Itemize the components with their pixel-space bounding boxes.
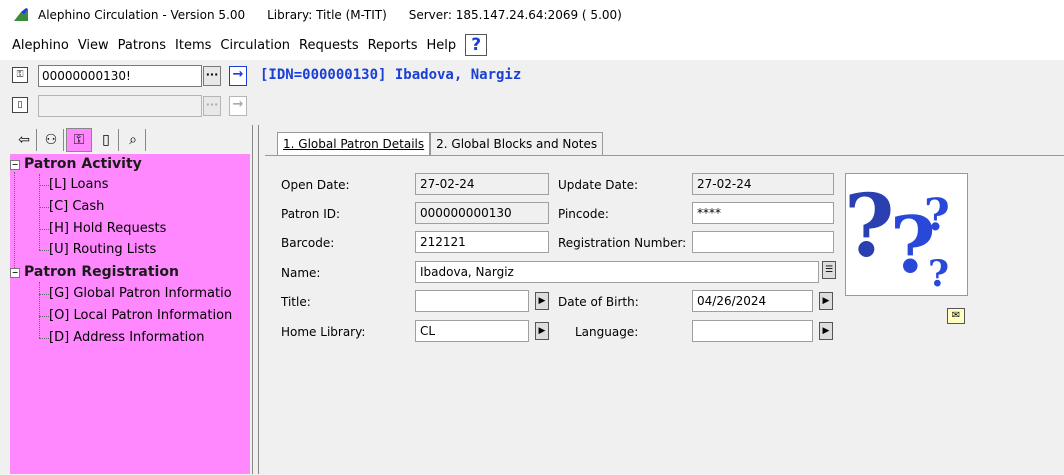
date-of-birth-dropdown-icon[interactable]: ▶ xyxy=(819,292,833,310)
tree-item-cash[interactable]: [C] Cash xyxy=(49,199,104,214)
tree-item-loans[interactable]: [L] Loans xyxy=(49,177,108,192)
svg-text:?: ? xyxy=(924,190,950,241)
title-dropdown-icon[interactable]: ▶ xyxy=(535,292,549,310)
name-list-icon[interactable]: ☰ xyxy=(822,261,836,279)
title-label: Title: xyxy=(281,295,311,309)
language-label: Language: xyxy=(575,325,639,339)
help-icon[interactable]: ? xyxy=(465,34,488,56)
exit-icon[interactable]: ⇦ xyxy=(12,129,37,151)
envelope-icon[interactable]: ✉ xyxy=(947,308,965,324)
tree-item-address-information[interactable]: [D] Address Information xyxy=(49,330,204,345)
menu-reports[interactable]: Reports xyxy=(368,38,418,53)
barcode-field[interactable]: 212121 xyxy=(415,231,549,253)
pincode-label: Pincode: xyxy=(558,207,609,221)
registration-number-label: Registration Number: xyxy=(558,236,687,250)
patron-toolbar: ⚿ 00000000130! ··· → [IDN=000000130] Iba… xyxy=(0,62,1064,90)
language-dropdown-icon[interactable]: ▶ xyxy=(819,322,833,340)
name-label: Name: xyxy=(281,266,321,280)
tree-item-global-patron-information[interactable]: [G] Global Patron Informatio xyxy=(49,286,232,301)
detail-tabs: 1. Global Patron Details 2. Global Block… xyxy=(277,132,604,155)
title-bar: Alephino Circulation - Version 5.00 Libr… xyxy=(0,0,1064,30)
menu-circulation[interactable]: Circulation xyxy=(220,38,290,53)
tree-group-patron-registration[interactable]: − Patron Registration xyxy=(10,264,179,280)
update-date-label: Update Date: xyxy=(558,178,638,192)
patron-id-input[interactable]: 00000000130! xyxy=(38,65,202,87)
patron-id-label: Patron ID: xyxy=(281,207,341,221)
item-toolbar: ▯ ··· → xyxy=(0,92,1064,120)
patron-photo[interactable]: ? ? ? ? xyxy=(844,173,968,296)
update-date-field: 27-02-24 xyxy=(692,173,834,195)
barcode-label: Barcode: xyxy=(281,236,335,250)
language-field[interactable] xyxy=(692,320,813,342)
binoculars-icon[interactable]: ⌕ xyxy=(121,129,146,151)
menu-help[interactable]: Help xyxy=(426,38,456,53)
title-field[interactable] xyxy=(415,290,529,312)
left-tab-strip: ⇦ ⚇ ⚿ ▯ ⌕ xyxy=(12,127,148,153)
tree-item-hold-requests[interactable]: [H] Hold Requests xyxy=(49,221,166,236)
patron-icon[interactable]: ⚇ xyxy=(39,129,64,151)
item-page-icon[interactable]: ▯ xyxy=(12,97,28,113)
menu-view[interactable]: View xyxy=(78,38,109,53)
library-info: Library: Title (M-TIT) xyxy=(267,8,387,22)
collapse-icon[interactable]: − xyxy=(10,160,20,170)
tab-global-patron-details[interactable]: 1. Global Patron Details xyxy=(277,132,431,155)
question-marks-icon: ? ? ? ? xyxy=(844,176,950,295)
tree-group-label: Patron Registration xyxy=(24,264,179,280)
go-arrow-button[interactable]: → xyxy=(229,66,247,86)
app-title: Alephino Circulation - Version 5.00 xyxy=(38,8,246,22)
open-date-label: Open Date: xyxy=(281,178,350,192)
date-of-birth-label: Date of Birth: xyxy=(558,295,639,309)
open-date-field: 27-02-24 xyxy=(415,173,549,195)
menu-items[interactable]: Items xyxy=(175,38,211,53)
patron-id-field: 000000000130 xyxy=(415,202,549,224)
navigation-tree: − Patron Activity [L] Loans [C] Cash [H] … xyxy=(10,154,250,474)
collapse-icon[interactable]: − xyxy=(10,268,20,278)
menu-alephino[interactable]: Alephino xyxy=(12,38,69,53)
patron-lookup-button[interactable]: ··· xyxy=(203,66,221,86)
server-info: Server: 185.147.24.64:2069 ( 5.00) xyxy=(408,8,622,22)
home-library-dropdown-icon[interactable]: ▶ xyxy=(535,322,549,340)
item-barcode-input[interactable] xyxy=(38,95,202,117)
menu-bar: Alephino View Patrons Items Circulation … xyxy=(0,30,1064,60)
tree-item-local-patron-information[interactable]: [O] Local Patron Information xyxy=(49,308,232,323)
tab-global-blocks-and-notes[interactable]: 2. Global Blocks and Notes xyxy=(430,132,604,155)
patron-active-icon[interactable]: ⚿ xyxy=(66,128,92,152)
item-lookup-button[interactable]: ··· xyxy=(203,96,221,116)
registration-number-field[interactable] xyxy=(692,231,834,253)
patron-card-icon[interactable]: ⚿ xyxy=(12,67,28,83)
item-go-arrow-button[interactable]: → xyxy=(229,96,247,116)
tree-item-routing-lists[interactable]: [U] Routing Lists xyxy=(49,242,156,257)
app-icon xyxy=(14,8,28,21)
menu-patrons[interactable]: Patrons xyxy=(118,38,166,53)
tree-group-patron-activity[interactable]: − Patron Activity xyxy=(10,156,142,172)
svg-text:?: ? xyxy=(928,253,949,295)
home-library-field[interactable]: CL xyxy=(415,320,529,342)
date-of-birth-field[interactable]: 04/26/2024 xyxy=(692,290,813,312)
name-field[interactable]: Ibadova, Nargiz xyxy=(415,261,819,283)
svg-text:?: ? xyxy=(846,176,894,277)
patron-heading: [IDN=000000130] Ibadova, Nargiz xyxy=(260,67,522,83)
tree-group-label: Patron Activity xyxy=(24,156,142,172)
home-library-label: Home Library: xyxy=(281,325,366,339)
pincode-field[interactable]: **** xyxy=(692,202,834,224)
page-icon[interactable]: ▯ xyxy=(94,129,119,151)
menu-requests[interactable]: Requests xyxy=(299,38,359,53)
panel-splitter[interactable] xyxy=(252,125,259,474)
